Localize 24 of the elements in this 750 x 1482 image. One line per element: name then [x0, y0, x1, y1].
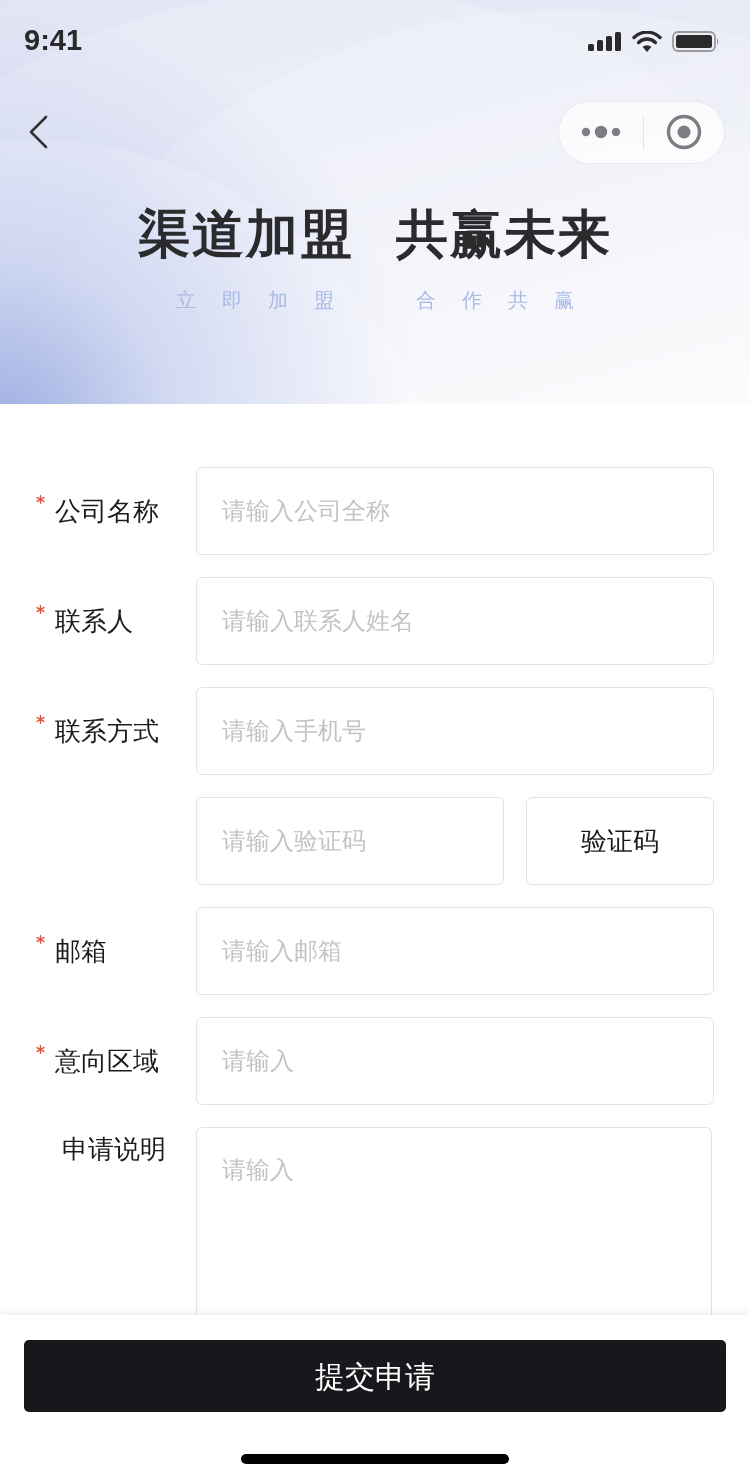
get-code-button[interactable]: 验证码 [526, 797, 714, 885]
text-input-field[interactable]: 请输入公司全称 [196, 467, 714, 555]
banner-title: 渠道加盟 共赢未来 [137, 202, 613, 266]
banner-tagline: 合作共赢 [416, 288, 600, 313]
field-label: 联系人 [55, 605, 133, 638]
battery-icon [672, 30, 720, 52]
textarea-field[interactable]: 请输入 [196, 1127, 712, 1315]
wifi-icon [632, 30, 662, 52]
field-label: 公司名称 [55, 495, 159, 528]
code-input-field[interactable]: 请输入验证码 [196, 797, 504, 885]
field-label: 联系方式 [55, 715, 159, 748]
text-input-field[interactable]: 请输入邮箱 [196, 907, 714, 995]
more-dots-icon[interactable] [581, 125, 621, 139]
back-chevron-icon[interactable] [28, 115, 48, 149]
text-input-field[interactable]: 请输入 [196, 1017, 714, 1105]
field-label: 邮箱 [55, 935, 107, 968]
submit-button[interactable]: 提交申请 [24, 1340, 726, 1412]
field-label: 意向区域 [55, 1045, 159, 1078]
target-circle-icon[interactable] [666, 114, 702, 150]
field-label: 申请说明 [62, 1133, 166, 1166]
status-time: 9:41 [24, 23, 83, 59]
signal-icon [588, 31, 622, 51]
text-input-field[interactable]: 请输入手机号 [196, 687, 714, 775]
text-input-field[interactable]: 请输入联系人姓名 [196, 577, 714, 665]
